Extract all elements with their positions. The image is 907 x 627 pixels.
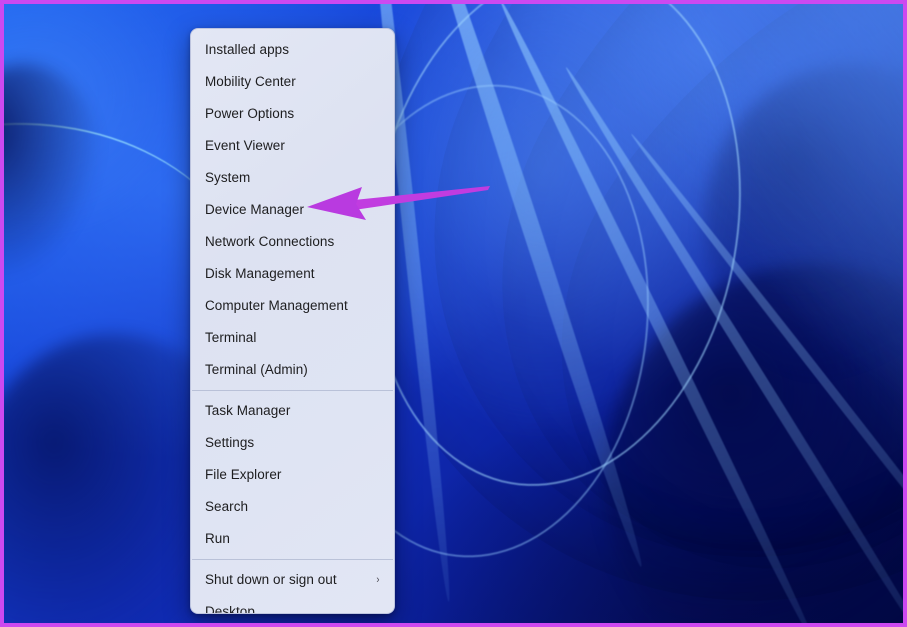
menu-item-label: Event Viewer bbox=[205, 130, 382, 162]
desktop-wallpaper bbox=[4, 4, 903, 623]
menu-item-label: Settings bbox=[205, 427, 382, 459]
menu-item-run[interactable]: Run bbox=[191, 523, 394, 555]
menu-item-disk-management[interactable]: Disk Management bbox=[191, 258, 394, 290]
menu-separator bbox=[192, 390, 393, 391]
menu-item-label: Computer Management bbox=[205, 290, 382, 322]
menu-item-terminal-admin[interactable]: Terminal (Admin) bbox=[191, 354, 394, 386]
menu-item-computer-management[interactable]: Computer Management bbox=[191, 290, 394, 322]
menu-item-shut-down-or-sign-out[interactable]: Shut down or sign out › bbox=[191, 564, 394, 596]
menu-item-label: Search bbox=[205, 491, 382, 523]
menu-item-label: File Explorer bbox=[205, 459, 382, 491]
menu-item-label: Desktop bbox=[205, 596, 382, 614]
chevron-right-icon: › bbox=[377, 575, 382, 586]
menu-item-installed-apps[interactable]: Installed apps bbox=[191, 34, 394, 66]
screenshot-frame: Installed apps Mobility Center Power Opt… bbox=[0, 0, 907, 627]
menu-item-label: Installed apps bbox=[205, 34, 382, 66]
menu-item-label: Power Options bbox=[205, 98, 382, 130]
menu-item-device-manager[interactable]: Device Manager bbox=[191, 194, 394, 226]
menu-item-label: Disk Management bbox=[205, 258, 382, 290]
menu-item-label: System bbox=[205, 162, 382, 194]
menu-item-label: Shut down or sign out bbox=[205, 564, 376, 596]
menu-item-file-explorer[interactable]: File Explorer bbox=[191, 459, 394, 491]
menu-item-label: Mobility Center bbox=[205, 66, 382, 98]
menu-item-label: Device Manager bbox=[205, 194, 382, 226]
menu-item-label: Run bbox=[205, 523, 382, 555]
menu-item-event-viewer[interactable]: Event Viewer bbox=[191, 130, 394, 162]
win-x-context-menu[interactable]: Installed apps Mobility Center Power Opt… bbox=[190, 28, 395, 614]
menu-item-terminal[interactable]: Terminal bbox=[191, 322, 394, 354]
menu-item-power-options[interactable]: Power Options bbox=[191, 98, 394, 130]
menu-item-network-connections[interactable]: Network Connections bbox=[191, 226, 394, 258]
menu-item-label: Task Manager bbox=[205, 395, 382, 427]
menu-item-label: Network Connections bbox=[205, 226, 382, 258]
menu-item-task-manager[interactable]: Task Manager bbox=[191, 395, 394, 427]
menu-item-desktop[interactable]: Desktop bbox=[191, 596, 394, 614]
menu-item-system[interactable]: System bbox=[191, 162, 394, 194]
menu-item-label: Terminal bbox=[205, 322, 382, 354]
menu-item-search[interactable]: Search bbox=[191, 491, 394, 523]
menu-separator bbox=[192, 559, 393, 560]
menu-item-mobility-center[interactable]: Mobility Center bbox=[191, 66, 394, 98]
menu-item-settings[interactable]: Settings bbox=[191, 427, 394, 459]
menu-item-label: Terminal (Admin) bbox=[205, 354, 382, 386]
